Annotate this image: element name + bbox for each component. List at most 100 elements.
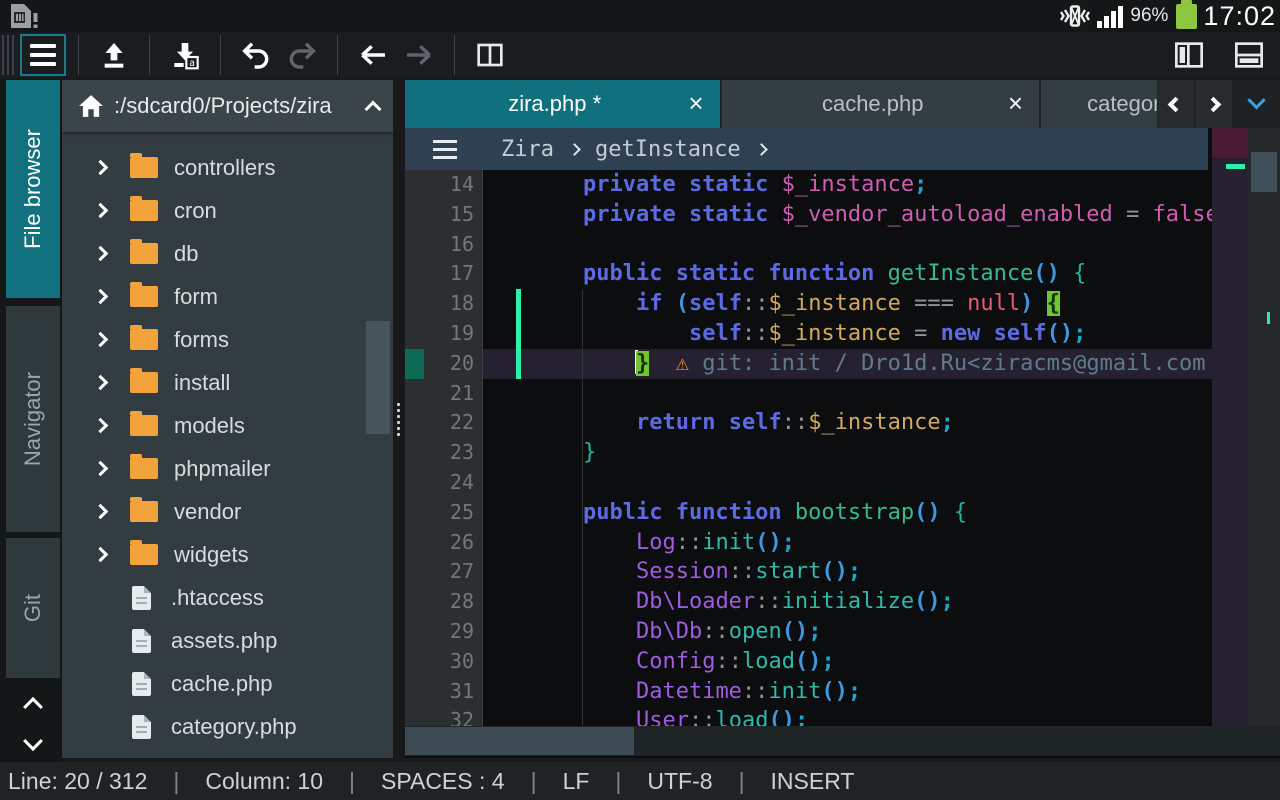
code-line[interactable]: 16: [405, 230, 1212, 260]
code-line[interactable]: 14 private static $_instance;: [405, 170, 1212, 200]
folder-row[interactable]: widgets: [62, 533, 393, 576]
file-name: form: [174, 284, 218, 310]
folder-row[interactable]: install: [62, 361, 393, 404]
save-button[interactable]: a: [162, 34, 208, 76]
code-editor[interactable]: 14 private static $_instance;15 private …: [405, 170, 1212, 726]
code-line[interactable]: 19 self::$_instance = new self();: [405, 319, 1212, 349]
navigate-back-button[interactable]: [350, 34, 396, 76]
code-line[interactable]: 26 Log::init();: [405, 528, 1212, 558]
code-line[interactable]: 22 return self::$_instance;: [405, 408, 1212, 438]
code-line[interactable]: 17 public static function getInstance() …: [405, 259, 1212, 289]
split-vertical-button[interactable]: [1166, 34, 1212, 76]
navigate-forward-button[interactable]: [396, 34, 442, 76]
sidebar-tab-git[interactable]: Git: [6, 538, 60, 678]
file-icon: [132, 629, 151, 653]
file-list-scrollbar[interactable]: [366, 321, 390, 434]
folder-icon: [130, 157, 158, 178]
code-line[interactable]: 30 Config::load();: [405, 647, 1212, 677]
code-line[interactable]: 15 private static $_vendor_autoload_enab…: [405, 200, 1212, 230]
line-number: 16: [405, 230, 483, 260]
folder-icon: [130, 501, 158, 522]
folder-icon: [130, 415, 158, 436]
file-row[interactable]: category.php: [62, 705, 393, 748]
folder-row[interactable]: vendor: [62, 490, 393, 533]
path-bar[interactable]: :/sdcard0/Projects/zira: [62, 80, 393, 132]
file-name: assets.php: [171, 628, 277, 654]
vertical-scrollbar[interactable]: [1248, 128, 1280, 756]
redo-button[interactable]: [279, 34, 325, 76]
menu-button[interactable]: [20, 34, 66, 76]
code-line[interactable]: 25 public function bootstrap() {: [405, 498, 1212, 528]
tabs-next-button[interactable]: [1195, 80, 1232, 128]
folder-icon: [130, 372, 158, 393]
sidebar-tab-label: Git: [20, 594, 46, 622]
folder-row[interactable]: controllers: [62, 146, 393, 189]
folder-row[interactable]: db: [62, 232, 393, 275]
clock: 17:02: [1203, 1, 1276, 32]
code-line[interactable]: 28 Db\Loader::initialize();: [405, 587, 1212, 617]
folder-row[interactable]: models: [62, 404, 393, 447]
code-line[interactable]: 21: [405, 379, 1212, 409]
editor-panel: zira.php * × cache.php × category.php Zi…: [405, 80, 1280, 758]
sidebar-tab-navigator[interactable]: Navigator: [6, 306, 60, 532]
folder-row[interactable]: cron: [62, 189, 393, 232]
folder-row[interactable]: forms: [62, 318, 393, 361]
svg-text:a: a: [189, 58, 195, 69]
status-item: Column: 10: [205, 768, 323, 795]
code-line[interactable]: 23 }: [405, 438, 1212, 468]
sidebar-scroll-up-button[interactable]: [6, 686, 60, 722]
upload-icon: [97, 39, 131, 71]
chevron-right-icon: [93, 418, 109, 434]
line-number: 21: [405, 379, 483, 409]
code-line[interactable]: 27 Session::start();: [405, 557, 1212, 587]
breadcrumb-menu-icon[interactable]: [433, 140, 457, 159]
panel-divider[interactable]: [393, 78, 405, 762]
code-line[interactable]: 20 } ⚠ git: init / Dro1d.Ru<ziracms@gmai…: [405, 349, 1212, 379]
tabs-list-button[interactable]: [1232, 80, 1280, 128]
close-icon[interactable]: ×: [998, 88, 1039, 121]
battery-icon: [1176, 4, 1197, 29]
vertical-scrollbar-handle[interactable]: [1251, 152, 1277, 192]
status-item: Line: 20 / 312: [8, 768, 147, 795]
editor-tab-category[interactable]: category.php: [1041, 80, 1156, 128]
sidebar-tab-file-browser[interactable]: File browser: [6, 80, 60, 298]
open-file-button[interactable]: [91, 34, 137, 76]
code-line[interactable]: 32 User::load();: [405, 706, 1212, 726]
line-number: 17: [405, 259, 483, 289]
code-line[interactable]: 29 Db\Db::open();: [405, 617, 1212, 647]
sidebar-scroll-down-button[interactable]: [6, 726, 60, 762]
sim-missing-icon: [6, 1, 40, 31]
overview-conflict-marker: [1212, 128, 1248, 158]
breadcrumb-class[interactable]: Zira: [501, 137, 554, 162]
line-number: 24: [405, 468, 483, 498]
breadcrumb-method[interactable]: getInstance: [595, 137, 741, 162]
split-horizontal-button[interactable]: [1226, 34, 1272, 76]
editor-tab-cache[interactable]: cache.php ×: [722, 80, 1040, 128]
status-separator: |: [173, 768, 179, 795]
line-text: [483, 468, 1212, 498]
status-item: UTF-8: [647, 768, 712, 795]
file-row[interactable]: assets.php: [62, 619, 393, 662]
horizontal-scrollbar[interactable]: [405, 726, 1280, 756]
folder-row[interactable]: form: [62, 275, 393, 318]
horizontal-scrollbar-handle[interactable]: [405, 727, 634, 755]
undo-button[interactable]: [233, 34, 279, 76]
editor-tab-zira[interactable]: zira.php * ×: [405, 80, 720, 128]
file-icon: [132, 715, 151, 739]
columns-icon: [472, 39, 508, 71]
forward-icon: [402, 39, 436, 71]
file-row[interactable]: cache.php: [62, 662, 393, 705]
tabs-prev-button[interactable]: [1158, 80, 1195, 128]
undo-icon: [239, 39, 273, 71]
folder-row[interactable]: phpmailer: [62, 447, 393, 490]
columns-view-button[interactable]: [467, 34, 513, 76]
close-icon[interactable]: ×: [678, 88, 719, 121]
code-line[interactable]: 31 Datetime::init();: [405, 677, 1212, 707]
editor-status-bar: Line: 20 / 312|Column: 10|SPACES : 4|LF|…: [0, 762, 1280, 800]
toolbar-grip-handle[interactable]: [2, 35, 14, 75]
code-line[interactable]: 24: [405, 468, 1212, 498]
code-line[interactable]: 18 if (self::$_instance === null) {: [405, 289, 1212, 319]
file-row[interactable]: .htaccess: [62, 576, 393, 619]
chevron-up-icon: [23, 697, 43, 717]
split-vertical-icon: [1172, 39, 1206, 71]
